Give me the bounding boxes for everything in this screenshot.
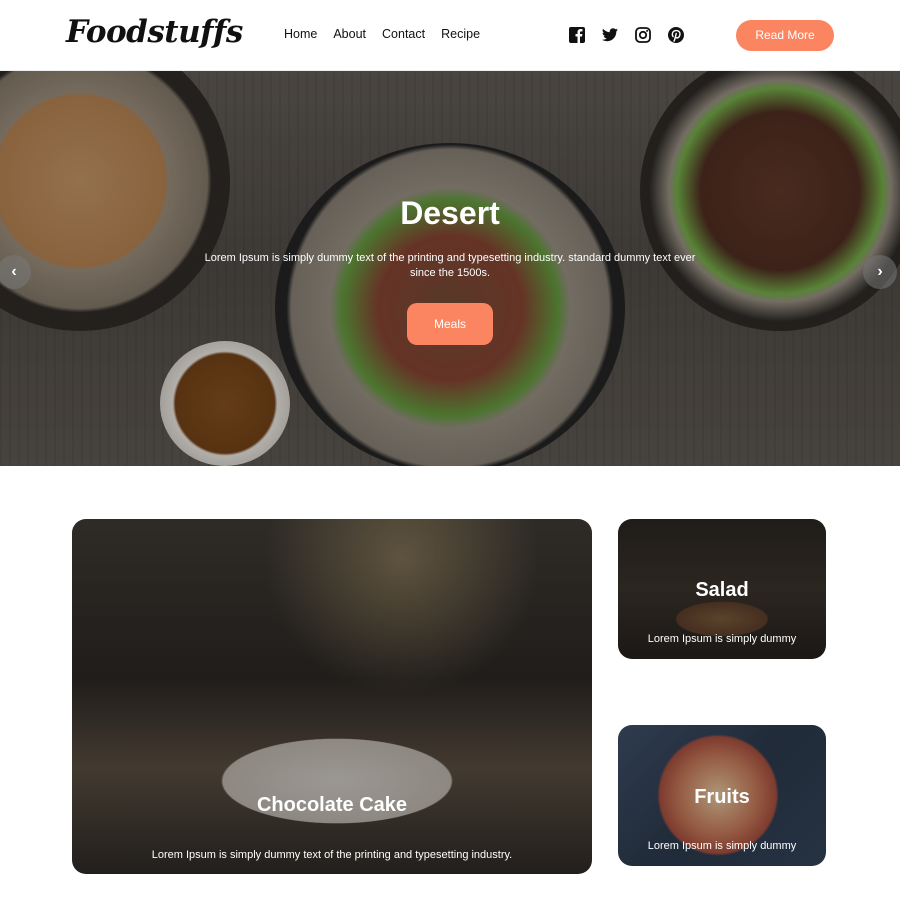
card-shade <box>72 519 592 874</box>
card-fruits[interactable]: Fruits Lorem Ipsum is simply dummy <box>618 725 826 866</box>
card-chocolate-cake[interactable]: Chocolate Cake Lorem Ipsum is simply dum… <box>72 519 592 874</box>
card-text: Lorem Ipsum is simply dummy <box>647 633 797 645</box>
hero-text: Lorem Ipsum is simply dummy text of the … <box>204 252 696 279</box>
card-salad[interactable]: Salad Lorem Ipsum is simply dummy <box>618 519 826 659</box>
hero-title: Desert <box>400 195 500 231</box>
twitter-icon[interactable] <box>601 26 619 44</box>
slider-next-arrow[interactable]: › <box>863 255 897 289</box>
brand-logo[interactable]: Foodstuffs <box>66 14 243 50</box>
nav-link-contact[interactable]: Contact <box>382 27 425 41</box>
nav-link-recipe[interactable]: Recipe <box>441 27 480 41</box>
pinterest-icon[interactable] <box>667 26 685 44</box>
nav-links: Home About Contact Recipe <box>284 27 480 41</box>
card-text: Lorem Ipsum is simply dummy text of the … <box>151 849 513 861</box>
navbar: Foodstuffs Home About Contact Recipe Rea… <box>0 0 900 71</box>
facebook-icon[interactable] <box>568 26 586 44</box>
card-title: Salad <box>695 579 749 601</box>
meals-button[interactable]: Meals <box>407 303 493 345</box>
card-text: Lorem Ipsum is simply dummy <box>647 840 797 852</box>
card-title: Chocolate Cake <box>256 794 408 816</box>
nav-link-home[interactable]: Home <box>284 27 317 41</box>
hero-slider: Desert Lorem Ipsum is simply dummy text … <box>0 71 900 466</box>
social-links <box>568 26 685 44</box>
nav-link-about[interactable]: About <box>333 27 366 41</box>
instagram-icon[interactable] <box>634 26 652 44</box>
read-more-button[interactable]: Read More <box>736 20 834 51</box>
card-title: Fruits <box>694 786 750 808</box>
